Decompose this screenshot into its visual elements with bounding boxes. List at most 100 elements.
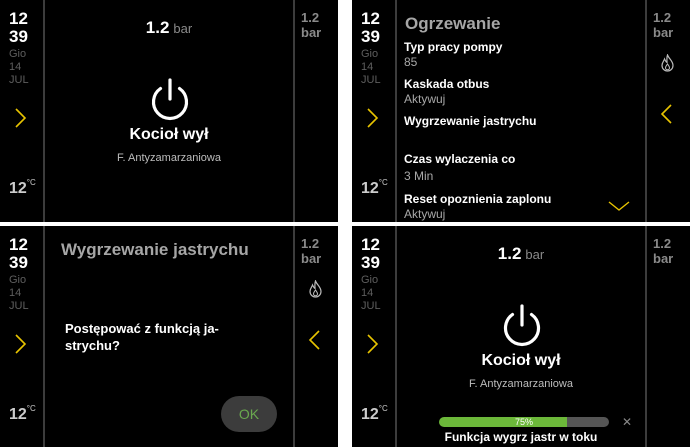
right-pressure-unit: bar [301,251,322,266]
menu-title: Ogrzewanie [405,14,501,33]
date-month: JUL [9,74,29,86]
boiler-status-subtitle: F. Antyzamarzaniowa [117,152,221,164]
date-day: Gio [361,274,379,286]
menu-item-pump-mode[interactable]: Typ pracy pompy [404,40,502,54]
clock: 12 39 [9,10,28,46]
progress-label: Funkcja wygrz jastr w toku [444,430,598,444]
menu-value-ignition-delay-reset: Aktywuj [404,207,446,221]
menu-value-pump-mode: 85 [404,55,418,69]
pressure-unit: bar [173,21,193,36]
left-sidebar: 12 39 Gio 14 JUL 12°C [0,0,43,222]
dialog-prompt: Postępować z funkcją ja-strychu? [65,321,219,353]
clock-hour: 12 [9,9,28,28]
outdoor-temperature: 12°C [9,178,36,198]
home-screen: 12 39 Gio 14 JUL 12°C 1.2 bar Kocioł wył … [0,0,338,222]
boiler-status-title: Kocioł wył [129,126,209,143]
date: Gio 14 JUL [361,48,381,87]
temperature-unit: °C [26,178,36,187]
date-number: 14 [9,61,22,73]
date-number: 14 [9,287,22,299]
flame-icon [309,280,322,298]
menu-item-cascade[interactable]: Kaskada otbus [404,77,489,91]
chevron-left-icon[interactable] [307,329,323,351]
temperature-unit: °C [26,404,36,413]
chevron-right-icon[interactable] [364,333,380,355]
clock-minute: 39 [9,253,28,272]
temperature-value: 12 [361,406,379,423]
date-number: 14 [361,287,374,299]
menu-value-cascade: Aktywuj [404,92,446,106]
ok-button[interactable]: OK [221,396,277,432]
right-pressure-value: 1.2 [653,236,672,251]
clock: 12 39 [361,236,380,272]
cancel-icon[interactable]: ✕ [622,416,632,428]
system-pressure: 1.2 bar [397,244,645,264]
chevron-right-icon[interactable] [12,333,28,355]
power-icon [503,304,541,347]
clock-hour: 12 [361,235,380,254]
date-number: 14 [361,61,374,73]
clock: 12 39 [9,236,28,272]
heating-menu-screen: 12 39 Gio 14 JUL 12°C Ogrzewanie Typ pra… [352,0,690,222]
flame-icon [661,54,674,72]
outdoor-temperature: 12°C [361,404,388,424]
boiler-status-subtitle: F. Antyzamarzaniowa [469,378,573,390]
date: Gio 14 JUL [9,274,29,313]
clock: 12 39 [361,10,380,46]
progress-bar: 75% [439,417,609,427]
right-pressure-value: 1.2 [653,10,672,25]
left-sidebar: 12 39 Gio 14 JUL 12°C [352,0,395,222]
clock-minute: 39 [9,27,28,46]
date: Gio 14 JUL [361,274,381,313]
chevron-down-icon[interactable] [607,200,631,212]
menu-value-heating-off-time: 3 Min [404,169,434,183]
pressure-unit: bar [525,247,545,262]
clock-hour: 12 [9,235,28,254]
system-pressure: 1.2 bar [45,18,293,38]
right-pressure: 1.2 bar [653,10,673,40]
temperature-value: 12 [9,406,27,423]
right-pressure: 1.2 bar [301,236,321,266]
right-pressure-value: 1.2 [301,10,320,25]
divider [43,226,45,447]
screed-drying-progress-screen: 12 39 Gio 14 JUL 12°C 1.2 bar Kocioł wył … [352,226,690,447]
pressure-value: 1.2 [497,244,522,263]
temperature-value: 12 [9,180,27,197]
left-sidebar: 12 39 Gio 14 JUL 12°C [0,226,43,447]
chevron-left-icon[interactable] [659,103,675,125]
right-pressure: 1.2 bar [301,10,321,40]
date: Gio 14 JUL [9,48,29,87]
screed-drying-dialog-screen: 12 39 Gio 14 JUL 12°C Wygrzewanie jastry… [0,226,338,447]
temperature-unit: °C [378,404,388,413]
date-day: Gio [361,48,379,60]
right-sidebar: 1.2 bar [647,0,690,222]
date-day: Gio [9,274,27,286]
clock-minute: 39 [361,27,380,46]
date-month: JUL [361,300,381,312]
menu-item-screed-drying[interactable]: Wygrzewanie jastrychu [404,114,537,128]
outdoor-temperature: 12°C [361,178,388,198]
temperature-value: 12 [361,180,379,197]
progress-percent: 75% [514,417,533,427]
chevron-right-icon[interactable] [364,107,380,129]
clock-hour: 12 [361,9,380,28]
left-sidebar: 12 39 Gio 14 JUL 12°C [352,226,395,447]
right-pressure-unit: bar [653,251,674,266]
menu-item-heating-off-time[interactable]: Czas wylaczenia co [404,152,515,166]
temperature-unit: °C [378,178,388,187]
outdoor-temperature: 12°C [9,404,36,424]
right-sidebar: 1.2 bar [295,0,338,222]
pressure-value: 1.2 [145,18,170,37]
right-pressure-unit: bar [301,25,322,40]
chevron-right-icon[interactable] [12,107,28,129]
boiler-status-title: Kocioł wył [481,352,561,369]
menu-item-ignition-delay-reset[interactable]: Reset opoznienia zaplonu [404,192,551,206]
right-sidebar: 1.2 bar [295,226,338,447]
power-icon [151,78,189,121]
right-sidebar: 1.2 bar [647,226,690,447]
date-month: JUL [9,300,29,312]
right-pressure-value: 1.2 [301,236,320,251]
date-day: Gio [9,48,27,60]
divider [395,0,397,222]
date-month: JUL [361,74,381,86]
